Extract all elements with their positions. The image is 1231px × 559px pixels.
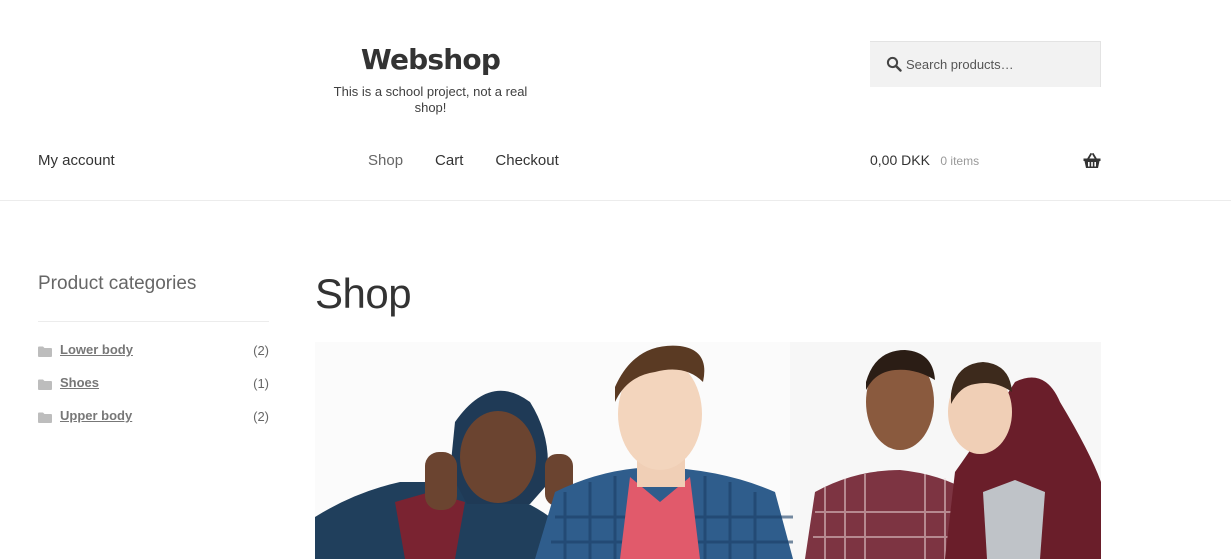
hero-banner-image — [315, 342, 1101, 559]
list-item: Lower body (2) — [38, 341, 269, 374]
basket-icon — [1083, 153, 1101, 168]
category-link-lower-body[interactable]: Lower body — [60, 342, 133, 357]
category-link-upper-body[interactable]: Upper body — [60, 408, 132, 423]
my-account-link[interactable]: My account — [38, 152, 115, 169]
site-branding: Webshop This is a school project, not a … — [316, 40, 545, 116]
category-count: (1) — [253, 376, 269, 391]
primary-navigation: Shop Cart Checkout — [368, 152, 559, 169]
search-input[interactable] — [906, 42, 1096, 86]
widget-title: Product categories — [38, 273, 197, 294]
site-description: This is a school project, not a real sho… — [333, 84, 528, 115]
site-header: Webshop This is a school project, not a … — [0, 0, 1231, 201]
nav-item-checkout[interactable]: Checkout — [495, 152, 558, 169]
category-list: Lower body (2) Shoes (1) Upper body (2) — [38, 341, 269, 440]
nav-item-cart[interactable]: Cart — [435, 152, 463, 169]
folder-icon — [38, 412, 52, 423]
site-title-link[interactable]: Webshop — [316, 40, 545, 80]
folder-icon — [38, 346, 52, 357]
nav-item-shop[interactable]: Shop — [368, 152, 403, 169]
cart-count: 0 items — [940, 154, 980, 168]
category-count: (2) — [253, 343, 269, 358]
search-icon — [886, 56, 902, 72]
list-item: Shoes (1) — [38, 374, 269, 407]
category-count: (2) — [253, 409, 269, 424]
widget-divider — [38, 321, 269, 322]
hero-illustration — [315, 342, 1101, 559]
list-item: Upper body (2) — [38, 407, 269, 440]
header-cart[interactable]: 0,00 DKK 0 items — [870, 152, 1101, 172]
cart-amount: 0,00 DKK — [870, 152, 930, 168]
product-search — [870, 41, 1101, 87]
folder-icon — [38, 379, 52, 390]
category-link-shoes[interactable]: Shoes — [60, 375, 99, 390]
page-title: Shop — [315, 270, 412, 317]
